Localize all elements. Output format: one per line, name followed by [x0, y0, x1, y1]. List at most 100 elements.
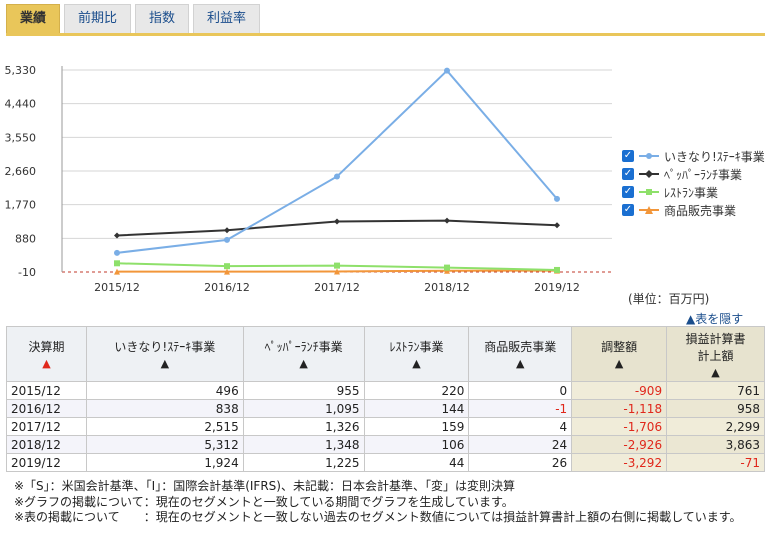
hide-table-link[interactable]: ▲表を隠す — [686, 310, 743, 327]
value-cell: 144 — [363, 399, 470, 418]
legend-line-square-icon — [639, 189, 659, 195]
x-tick-label: 2018/12 — [424, 281, 470, 294]
tab-margin[interactable]: 利益率 — [193, 4, 261, 33]
y-tick-label: 1,770 — [5, 199, 37, 212]
value-cell: -2,926 — [571, 435, 668, 454]
value-cell: 1,095 — [242, 399, 365, 418]
period-cell: 2018/12 — [6, 435, 87, 454]
x-tick-label: 2019/12 — [534, 281, 580, 294]
data-point — [224, 227, 230, 234]
value-cell: 958 — [666, 399, 765, 418]
legend-line-triangle-icon — [639, 206, 659, 214]
sort-arrow-icon: ▲ — [711, 365, 720, 379]
footnote-accounting: ※「S」：米国会計基準、「I」：国際会計基準(IFRS)、未記載：日本会計基準、… — [14, 479, 515, 493]
legend-label: 商品販売事業 — [664, 203, 737, 218]
tab-underline — [6, 33, 765, 36]
tab-performance[interactable]: 業績 — [6, 4, 61, 33]
value-cell: 220 — [363, 381, 470, 400]
value-cell: 496 — [85, 381, 244, 400]
data-point — [334, 218, 340, 225]
table-row: 2019/12 1,924 1,225 44 26 -3,292 -71 — [6, 453, 765, 472]
sort-arrow-icon: ▲ — [42, 357, 51, 370]
segment-line-chart: 5,330 4,440 3,550 2,660 1,770 880 -10 2015/12 20… — [5, 64, 612, 294]
legend-checkbox[interactable]: ✓ — [622, 204, 634, 216]
sort-arrow-icon: ▲ — [614, 357, 624, 370]
data-point — [114, 232, 120, 239]
sort-arrow-icon: ▲ — [412, 357, 421, 370]
data-point — [554, 195, 560, 202]
legend-label: いきなり!ｽﾃｰｷ事業 — [664, 149, 765, 164]
legend-item-pepper[interactable]: ✓ ﾍﾟｯﾊﾟｰﾗﾝﾁ事業 — [622, 165, 765, 183]
y-tick-label: -10 — [18, 266, 36, 279]
col-header-restaurant[interactable]: ﾚｽﾄﾗﾝ事業 ▲ — [363, 326, 470, 382]
table-row: 2018/12 5,312 1,348 106 24 -2,926 3,863 — [6, 435, 765, 454]
value-cell: 2,299 — [666, 417, 765, 436]
data-point — [554, 222, 560, 229]
value-cell: -3,292 — [571, 453, 668, 472]
table-row: 2017/12 2,515 1,326 159 4 -1,706 2,299 — [6, 417, 765, 436]
sort-arrow-icon: ▲ — [516, 357, 525, 370]
value-cell: 1,326 — [242, 417, 365, 436]
legend-checkbox[interactable]: ✓ — [622, 168, 634, 180]
period-cell: 2019/12 — [6, 453, 87, 472]
value-cell: 26 — [468, 453, 573, 472]
table-header-row: 決算期 ▲ いきなり!ｽﾃｰｷ事業 ▲ ﾍﾟｯﾊﾟｰﾗﾝﾁ事業 ▲ ﾚｽﾄﾗﾝ事業 ▲ … — [6, 326, 765, 382]
value-cell: 3,863 — [666, 435, 765, 454]
col-header-period[interactable]: 決算期 ▲ — [6, 326, 87, 382]
legend-label: ﾚｽﾄﾗﾝ事業 — [664, 185, 719, 200]
table-row: 2016/12 838 1,095 144 -1 -1,118 958 — [6, 399, 765, 418]
y-tick-label: 5,330 — [5, 64, 37, 77]
tab-yoy[interactable]: 前期比 — [64, 4, 132, 33]
tab-index[interactable]: 指数 — [135, 4, 190, 33]
legend-checkbox[interactable]: ✓ — [622, 150, 634, 162]
data-point — [554, 266, 560, 273]
value-cell: -1,118 — [571, 399, 668, 418]
legend-checkbox[interactable]: ✓ — [622, 186, 634, 198]
data-point — [444, 264, 450, 271]
y-tick-label: 4,440 — [5, 98, 37, 111]
col-header-steak[interactable]: いきなり!ｽﾃｰｷ事業 ▲ — [85, 326, 244, 382]
unit-label: (単位：百万円) — [628, 292, 710, 306]
value-cell: 159 — [363, 417, 470, 436]
y-tick-label: 3,550 — [5, 131, 37, 144]
legend-item-restaurant[interactable]: ✓ ﾚｽﾄﾗﾝ事業 — [622, 183, 765, 201]
value-cell: -1,706 — [571, 417, 668, 436]
value-cell: 106 — [363, 435, 470, 454]
period-cell: 2016/12 — [6, 399, 87, 418]
x-tick-label: 2017/12 — [314, 281, 360, 294]
value-cell: 2,515 — [85, 417, 244, 436]
legend-item-steak[interactable]: ✓ いきなり!ｽﾃｰｷ事業 — [622, 147, 765, 165]
segment-table: 決算期 ▲ いきなり!ｽﾃｰｷ事業 ▲ ﾍﾟｯﾊﾟｰﾗﾝﾁ事業 ▲ ﾚｽﾄﾗﾝ事業 ▲ … — [6, 326, 765, 472]
col-header-adjustment[interactable]: 調整額 ▲ — [571, 326, 668, 382]
value-cell: 1,348 — [242, 435, 365, 454]
value-cell: -71 — [666, 453, 765, 472]
x-tick-label: 2016/12 — [204, 281, 250, 294]
sort-arrow-icon: ▲ — [299, 357, 308, 370]
col-header-merchandise[interactable]: 商品販売事業 ▲ — [468, 326, 573, 382]
legend-label: ﾍﾟｯﾊﾟｰﾗﾝﾁ事業 — [664, 167, 743, 182]
tab-bar: 業績 前期比 指数 利益率 — [6, 4, 261, 34]
value-cell: 0 — [468, 381, 573, 400]
col-header-pl-amount[interactable]: 損益計算書 計上額 ▲ — [666, 326, 765, 382]
col-header-pepper[interactable]: ﾍﾟｯﾊﾟｰﾗﾝﾁ事業 ▲ — [242, 326, 365, 382]
data-point — [114, 260, 120, 267]
value-cell: 761 — [666, 381, 765, 400]
footnote-table: ※表の掲載について ：現在のセグメントと一致しない過去のセグメント数値については… — [14, 510, 742, 524]
y-tick-label: 2,660 — [5, 165, 37, 178]
data-point — [114, 249, 120, 256]
legend-line-diamond-icon — [639, 170, 659, 178]
data-point — [444, 217, 450, 224]
value-cell: -1 — [468, 399, 573, 418]
value-cell: 1,924 — [85, 453, 244, 472]
legend-item-merchandise[interactable]: ✓ 商品販売事業 — [622, 201, 765, 219]
footnote-graph: ※グラフの掲載について：現在のセグメントと一致している期間でグラフを生成していま… — [14, 494, 514, 509]
value-cell: -909 — [571, 381, 668, 400]
table-row: 2015/12 496 955 220 0 -909 761 — [6, 381, 765, 400]
period-cell: 2015/12 — [6, 381, 87, 400]
value-cell: 955 — [242, 381, 365, 400]
data-point — [334, 173, 340, 180]
x-tick-label: 2015/12 — [94, 281, 140, 294]
value-cell: 4 — [468, 417, 573, 436]
data-point — [334, 262, 340, 269]
value-cell: 5,312 — [85, 435, 244, 454]
